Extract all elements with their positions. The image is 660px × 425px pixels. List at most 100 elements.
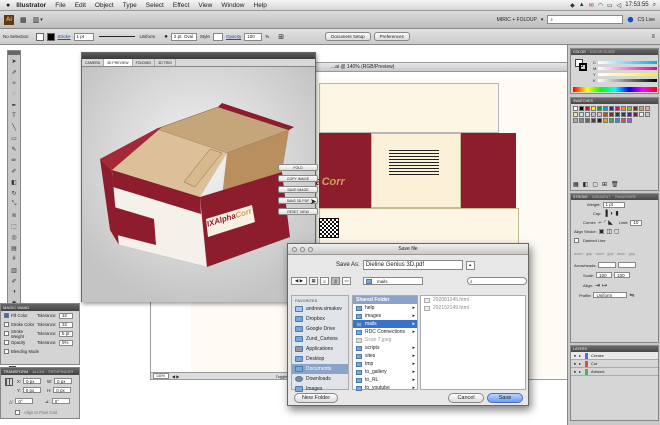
square-cap-icon[interactable]: ▮ [615, 210, 618, 217]
pencil-tool-icon[interactable]: ✏ [8, 155, 20, 165]
swatch[interactable] [645, 112, 650, 117]
tab-folding[interactable]: FOLDING [133, 59, 156, 66]
gradient-tool-icon[interactable]: ▥ [8, 265, 20, 275]
copy-image-button[interactable]: COPY IMAGE [278, 175, 318, 182]
tab-color[interactable]: COLOR [573, 50, 586, 54]
swatch[interactable] [585, 112, 590, 117]
round-cap-icon[interactable]: ◗ [610, 211, 614, 217]
expand-dialog-button[interactable]: ▴ [465, 260, 475, 270]
swatch[interactable] [615, 112, 620, 117]
list-view-icon[interactable]: ≡ [320, 277, 329, 285]
workspace-chevron-icon[interactable]: ▾ [541, 17, 544, 23]
swatch[interactable] [585, 106, 590, 111]
swatch[interactable] [633, 106, 638, 111]
menu-select[interactable]: Select [146, 2, 164, 9]
swatch[interactable] [615, 118, 620, 123]
document-setup-button[interactable]: Document Setup [325, 32, 371, 41]
list-item[interactable]: mails ▸ [353, 320, 417, 328]
profile-select[interactable]: Uniform [593, 292, 628, 298]
scale-start-input[interactable]: 100 [596, 272, 613, 278]
swatch[interactable] [621, 106, 626, 111]
slider-k-track[interactable] [598, 78, 657, 82]
mw-weight-checkbox[interactable] [4, 331, 9, 336]
spotlight-icon[interactable]: ⌕ [653, 2, 656, 9]
save-as-input[interactable]: Dieline Genius 3D.pdf [362, 260, 463, 270]
swatch[interactable] [645, 106, 650, 111]
mw-opacity-checkbox[interactable] [4, 340, 9, 345]
list-item[interactable]: tmp ▸ [353, 360, 417, 368]
butt-cap-icon[interactable]: ▐ [603, 211, 607, 217]
fold-button[interactable]: FOLD [278, 164, 318, 171]
selection-tool-icon[interactable]: ➤ [8, 56, 20, 66]
layer-name[interactable]: Artwork [591, 369, 605, 374]
style-swatch[interactable] [212, 32, 223, 41]
chevron-down-icon[interactable]: ▾ [40, 17, 43, 23]
tf-y-input[interactable]: 0 px [22, 387, 41, 393]
tab-transparency[interactable]: TRANSPARE [614, 195, 636, 199]
stroke-link[interactable]: Stroke [58, 34, 71, 39]
tf-h-input[interactable]: 0 px [53, 387, 72, 393]
tab-pathfinder[interactable]: PATHFINDER [48, 369, 73, 374]
swatch[interactable] [591, 118, 596, 123]
save-image-button[interactable]: SAVE IMAGE [278, 186, 318, 193]
swatch[interactable] [627, 106, 632, 111]
magic-wand-tool-icon[interactable]: ✧ [8, 78, 20, 88]
list-item[interactable]: 292152149.html [421, 304, 525, 312]
reset-view-button[interactable]: RESET VIEW [278, 208, 318, 215]
menu-effect[interactable]: Effect [173, 2, 190, 9]
swatch[interactable] [603, 112, 608, 117]
swatch[interactable] [573, 118, 578, 123]
swatch[interactable] [639, 106, 644, 111]
align-outside-icon[interactable]: ▢ [614, 228, 620, 235]
swatch[interactable] [597, 118, 602, 123]
perspective-grid-tool-icon[interactable]: ▤ [8, 243, 20, 253]
rectangle-tool-icon[interactable]: ▭ [8, 133, 20, 143]
arrowhead-start-select[interactable] [598, 262, 617, 268]
list-item[interactable]: help ▸ [353, 304, 417, 312]
preferences-button[interactable]: Preferences [373, 32, 410, 41]
free-transform-tool-icon[interactable]: ⬚ [8, 221, 20, 231]
align-center-icon[interactable]: ▣ [599, 228, 605, 235]
rotate-tool-icon[interactable]: ↻ [8, 188, 20, 198]
swatch[interactable] [639, 112, 644, 117]
layer-eye-icon[interactable]: ● [571, 353, 579, 358]
menu-type[interactable]: Type [123, 2, 137, 9]
eyedropper-tool-icon[interactable]: ✐ [8, 276, 20, 286]
mw-opacity-tol-input[interactable]: 5% [59, 339, 73, 346]
stroke-swatch[interactable] [46, 32, 55, 41]
menu-object[interactable]: Object [95, 2, 114, 9]
brush-selector[interactable]: 2 pt. Oval [170, 32, 197, 41]
apple-icon[interactable]: ● [6, 2, 10, 9]
swatch[interactable] [573, 112, 578, 117]
minimize-icon[interactable] [300, 247, 305, 252]
stroke-profile-preview[interactable] [98, 36, 135, 37]
list-item[interactable]: to_gallery ▸ [353, 368, 417, 376]
gdrive-icon[interactable]: ▲ [579, 2, 585, 8]
3d-viewport[interactable]: IXAlphaCorr FOLD COPY IMAGE SAVE IMAGE S… [82, 67, 318, 302]
swatch[interactable] [579, 112, 584, 117]
tab-stroke[interactable]: STROKE [573, 195, 588, 199]
wifi-icon[interactable]: ◠ [598, 2, 603, 9]
tab-align[interactable]: ALIGN [32, 369, 44, 374]
blend-tool-icon[interactable]: ◑ [8, 287, 20, 297]
dashed-checkbox[interactable] [574, 238, 579, 243]
swatch[interactable] [591, 106, 596, 111]
layer-name[interactable]: Cut [591, 361, 597, 366]
place-arrow-icon[interactable]: ↦ [602, 282, 607, 289]
stroke-profile-label[interactable]: Uniform [140, 34, 156, 39]
delete-swatch-icon[interactable]: 🗑 [611, 181, 619, 188]
tab-transform[interactable]: TRANSFORM [3, 369, 28, 374]
swatch[interactable] [627, 118, 632, 123]
warp-tool-icon[interactable]: ≋ [8, 210, 20, 220]
recolor-icon[interactable]: ⊞ [278, 33, 284, 41]
save-button[interactable]: Save [487, 393, 523, 403]
swatch[interactable] [579, 118, 584, 123]
swatch[interactable] [621, 118, 626, 123]
swatch-kinds-icon[interactable]: ◧ [583, 181, 589, 188]
mw-fill-tol-input[interactable]: 32 [59, 312, 73, 319]
swatch[interactable] [597, 112, 602, 117]
icon-view-icon[interactable]: ▦ [309, 277, 318, 285]
sidebar-item-home[interactable]: andrew.simakov [292, 304, 348, 314]
swatch[interactable] [585, 118, 590, 123]
panel-menu-icon[interactable]: ≡ [651, 34, 655, 40]
